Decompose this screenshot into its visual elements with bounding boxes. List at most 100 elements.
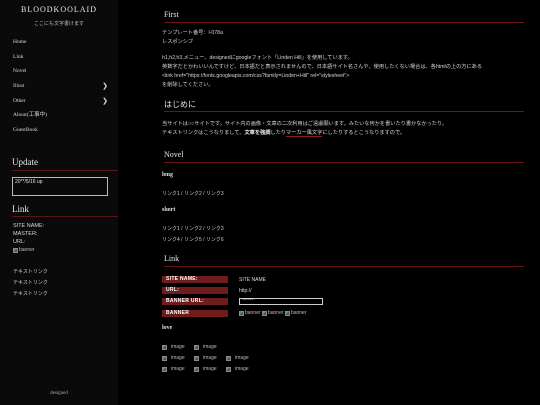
- banner-alt: banner: [267, 310, 284, 316]
- love-image[interactable]: image: [162, 366, 189, 372]
- divider: [164, 266, 524, 267]
- subheading-love: love: [162, 325, 173, 331]
- novel-links[interactable]: リンク1 / リンク2 / リンク3: [162, 225, 224, 232]
- link-info: SITE NAME: MASTER: URL: banner: [13, 222, 44, 256]
- nav-item-link[interactable]: Link: [13, 52, 108, 67]
- banner-alt: banner: [19, 247, 35, 253]
- nav-item-guestbook[interactable]: GuestBook: [13, 125, 108, 140]
- nav-item-novel[interactable]: Novel: [13, 66, 108, 81]
- site-subtitle: ここにも文字書けます: [33, 21, 84, 27]
- designed-credit[interactable]: designed: [0, 391, 118, 396]
- section-heading-first: First: [164, 10, 179, 19]
- divider: [164, 111, 524, 112]
- text-line: テキストリンクはこうなりまして、文章を強調したりマーカー風文字にしたりするとこう…: [162, 129, 527, 138]
- novel-links[interactable]: リンク4 / リンク5 / リンク6: [162, 236, 224, 243]
- divider: [12, 170, 118, 171]
- broken-image-icon: [261, 310, 267, 316]
- broken-image-icon: [162, 355, 167, 361]
- text: はこうなりまして、: [198, 130, 245, 136]
- broken-image-icon: [194, 366, 200, 372]
- nav-label: Other: [13, 97, 26, 104]
- chevron-right-icon[interactable]: ❯: [102, 81, 108, 91]
- banner-alt: banner: [245, 310, 261, 316]
- divider: [164, 22, 524, 23]
- image-alt: image: [203, 366, 217, 372]
- banner-list: banner banner banner: [239, 310, 307, 318]
- bold-text: 文章を強調: [244, 130, 271, 136]
- url-label: URL:: [13, 239, 26, 245]
- text-link[interactable]: テキストリンク: [13, 278, 48, 289]
- site-name-label: SITE NAME:: [13, 223, 45, 229]
- love-row: image image image: [162, 366, 257, 374]
- banner-image[interactable]: banner: [13, 246, 35, 254]
- text-line: レスポンシブ: [162, 39, 194, 45]
- broken-image-icon: [239, 310, 244, 316]
- nav-item-illust[interactable]: Illust ❯: [13, 81, 108, 96]
- image-alt: image: [235, 366, 249, 372]
- text: したり: [270, 130, 286, 136]
- banner-image[interactable]: banner: [239, 310, 261, 316]
- broken-image-icon: [13, 247, 18, 253]
- broken-image-icon: [162, 366, 167, 372]
- nav-item-about[interactable]: About(工事中): [13, 110, 108, 125]
- love-image[interactable]: image: [162, 344, 189, 350]
- love-row: image image: [162, 344, 225, 352]
- love-image[interactable]: image: [194, 366, 221, 372]
- nav-label: Link: [13, 53, 24, 60]
- field-label: BANNER URL:: [162, 298, 228, 305]
- love-row: image image image: [162, 355, 257, 363]
- section-heading-intro: はじめに: [164, 100, 196, 109]
- broken-image-icon: [194, 355, 200, 361]
- marker-text: マーカー風文字: [285, 130, 323, 137]
- update-box[interactable]: 20**/5/16 up: [12, 177, 108, 196]
- nav-item-home[interactable]: Home: [13, 37, 108, 52]
- love-image[interactable]: image: [226, 366, 253, 372]
- chevron-right-icon[interactable]: ❯: [102, 96, 108, 106]
- update-heading: Update: [12, 157, 38, 167]
- first-text: テンプレート番号：l-078a レスポンシブ h1,h2,h3,メニュー、des…: [162, 29, 527, 90]
- nav-label: Novel: [13, 68, 27, 75]
- image-alt: image: [171, 355, 185, 361]
- update-entry: 20**/5/16 up: [15, 179, 43, 185]
- text-links: テキストリンク テキストリンク テキストリンク: [13, 267, 48, 300]
- image-alt: image: [171, 366, 185, 372]
- love-image[interactable]: image: [162, 355, 189, 361]
- text-link[interactable]: テキストリンク: [13, 267, 48, 278]
- love-image[interactable]: image: [226, 355, 253, 361]
- nav-label: GuestBook: [13, 127, 38, 134]
- broken-image-icon: [162, 344, 167, 350]
- image-alt: image: [235, 355, 249, 361]
- text-link[interactable]: テキストリンク: [162, 130, 198, 136]
- master-label: MASTER:: [13, 231, 38, 237]
- image-alt: image: [203, 355, 217, 361]
- banner-image[interactable]: banner: [284, 310, 307, 316]
- link-heading: Link: [12, 204, 29, 214]
- nav-item-other[interactable]: Other ❯: [13, 96, 108, 111]
- broken-image-icon: [226, 366, 232, 372]
- section-heading-novel: Novel: [164, 150, 184, 159]
- text-line: を削除してください。: [162, 82, 214, 88]
- subheading-long: long: [162, 172, 174, 178]
- love-image[interactable]: image: [194, 344, 221, 350]
- banner-image[interactable]: banner: [261, 310, 284, 316]
- text-link[interactable]: テキストリンク: [13, 289, 48, 300]
- section-heading-link: Link: [164, 254, 180, 263]
- text-line: 当サイトは○○サイトです。サイト内の画像・文章の二次利用はご遠慮願います。みたい…: [162, 121, 448, 127]
- banner-alt: banner: [290, 310, 307, 316]
- site-title[interactable]: BLOODKOOLAID: [0, 5, 118, 14]
- field-label: SITE NAME:: [162, 276, 228, 283]
- field-value: http://: [239, 288, 252, 294]
- divider: [12, 216, 118, 217]
- banner-url-input[interactable]: ******: [239, 298, 323, 305]
- novel-links[interactable]: リンク1 / リンク2 / リンク3: [162, 190, 224, 197]
- field-label: BANNER: [162, 310, 228, 317]
- love-image[interactable]: image: [194, 355, 221, 361]
- field-value: SITE NAME: [239, 277, 266, 283]
- divider: [164, 162, 524, 163]
- main-content: First テンプレート番号：l-078a レスポンシブ h1,h2,h3,メニ…: [152, 0, 540, 405]
- image-alt: image: [171, 344, 185, 350]
- sidebar: BLOODKOOLAID ここにも文字書けます Home Link Novel …: [0, 0, 118, 405]
- nav-label: Home: [13, 39, 27, 45]
- intro-text: 当サイトは○○サイトです。サイト内の画像・文章の二次利用はご遠慮願います。みたい…: [162, 120, 527, 138]
